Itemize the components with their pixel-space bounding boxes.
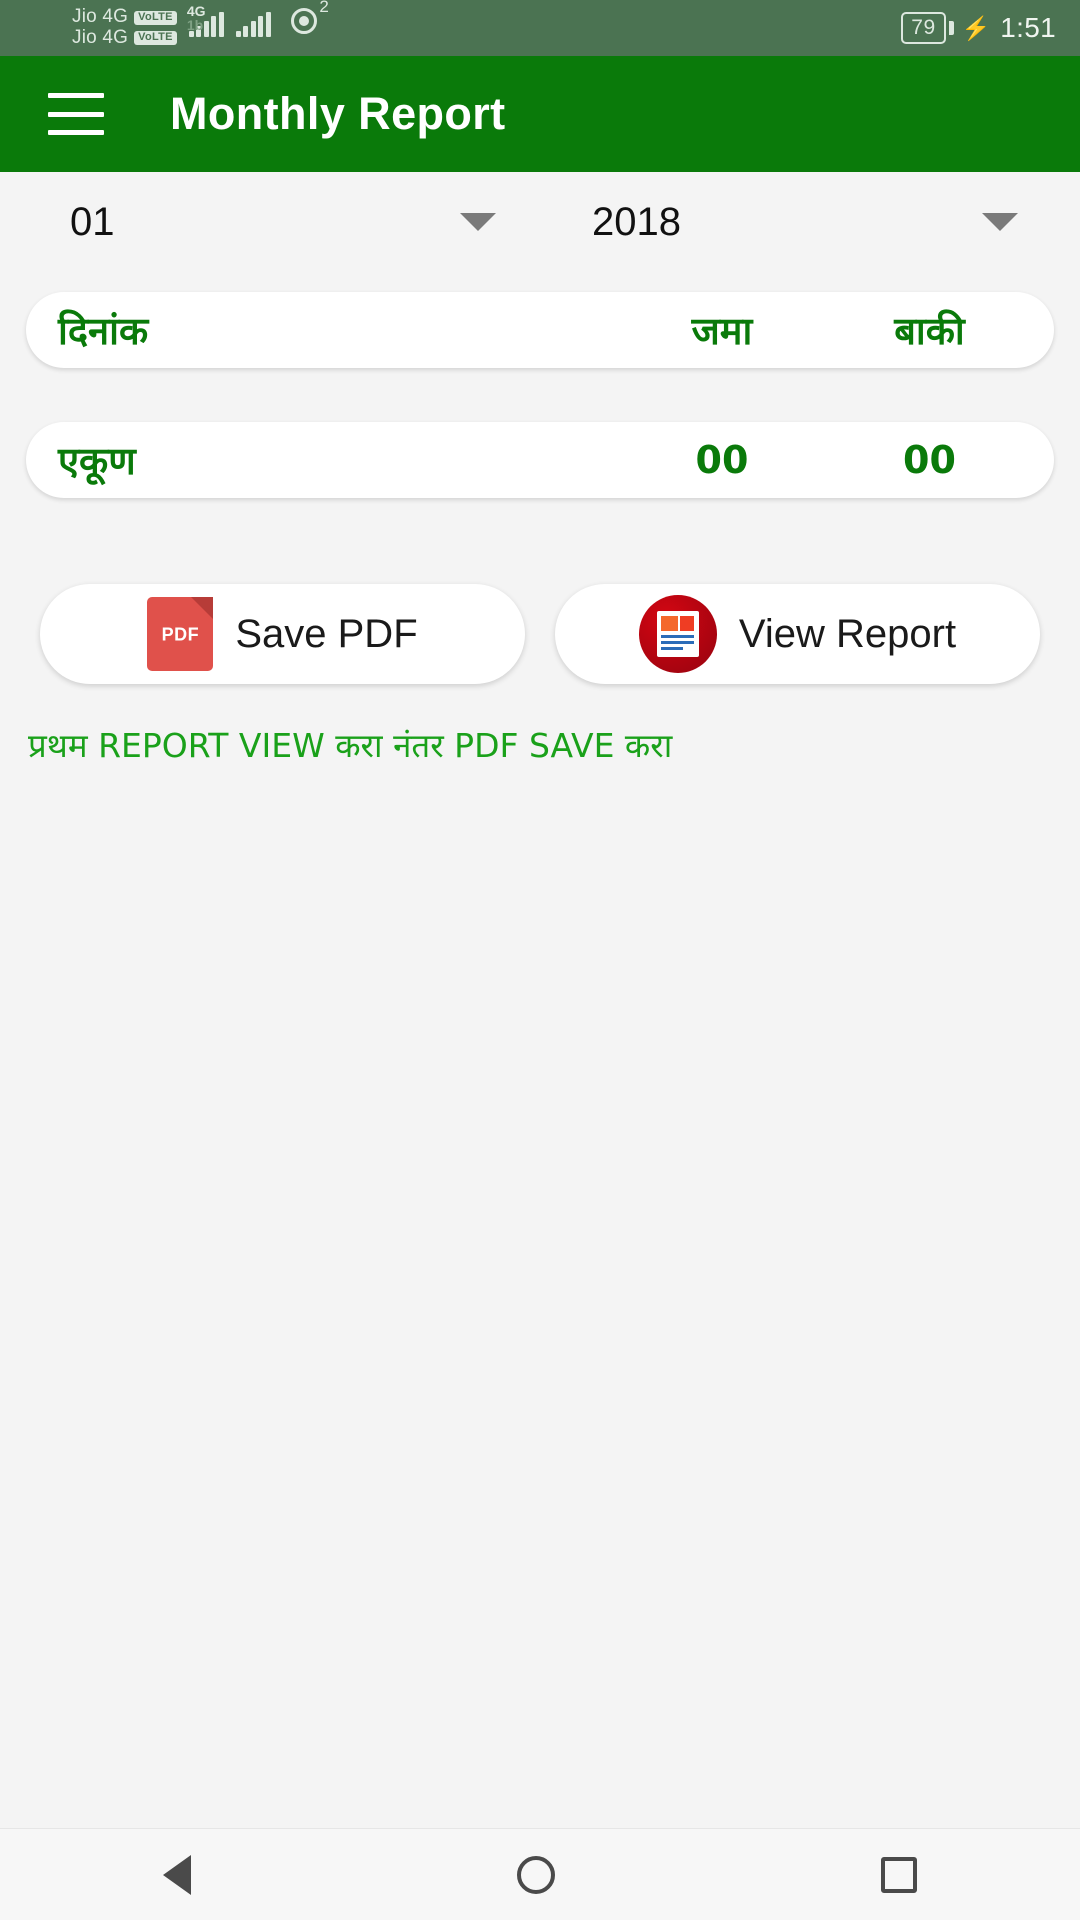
hotspot-icon: 2 (289, 0, 329, 35)
action-button-row: PDF Save PDF View Report (0, 584, 1080, 684)
year-dropdown[interactable]: 2018 (566, 172, 1036, 272)
month-dropdown[interactable]: 01 (44, 172, 514, 272)
status-bar-left: Jio 4G VoLTE Jio 4G VoLTE 4G 1b 2 (72, 0, 329, 48)
view-report-button-label: View Report (738, 611, 957, 656)
network-type-label-2: 1b (186, 17, 204, 34)
column-header-date: दिनांक (58, 309, 149, 353)
android-navigation-bar (0, 1828, 1080, 1920)
chevron-down-icon (982, 213, 1018, 231)
hamburger-menu-icon[interactable] (48, 93, 104, 135)
pdf-file-icon: PDF (147, 597, 214, 671)
hotspot-count-label: 2 (319, 0, 329, 17)
main-content: 01 2018 दिनांक जमा बाकी एकूण 00 00 PDF S… (0, 172, 1080, 767)
status-bar: Jio 4G VoLTE Jio 4G VoLTE 4G 1b 2 79 ⚡ 1… (0, 0, 1080, 56)
sim2-carrier-label: Jio 4G (72, 27, 129, 48)
status-bar-clock: 1:51 (1000, 12, 1056, 43)
view-report-button[interactable]: View Report (555, 584, 1040, 684)
page-title: Monthly Report (170, 88, 506, 139)
instruction-hint-text: प्रथम REPORT VIEW करा नंतर PDF SAVE करा (28, 726, 673, 765)
column-header-balance: बाकी (894, 309, 965, 353)
battery-cap-icon (948, 21, 954, 35)
month-dropdown-value: 01 (70, 199, 115, 244)
total-deposit-value: 00 (695, 438, 749, 482)
sim1-carrier-label: Jio 4G (72, 6, 129, 28)
column-header-deposit: जमा (691, 309, 753, 353)
chevron-down-icon (460, 213, 496, 231)
sim1-row: Jio 4G VoLTE (72, 7, 177, 28)
signal-icon-secondary (234, 7, 271, 38)
signal-icon-primary: 4G 1b (186, 3, 224, 38)
sim2-volte-badge: VoLTE (134, 31, 177, 46)
sim-indicators: Jio 4G VoLTE Jio 4G VoLTE (72, 7, 177, 48)
charging-bolt-icon: ⚡ (961, 14, 991, 41)
app-bar: Monthly Report (0, 56, 1080, 172)
home-circle-icon[interactable] (517, 1855, 555, 1894)
table-total-row: एकूण 00 00 (26, 422, 1054, 498)
table-header-row: दिनांक जमा बाकी (26, 292, 1054, 368)
sim2-row: Jio 4G VoLTE (72, 27, 177, 49)
pdf-icon-label: PDF (161, 624, 200, 645)
save-pdf-button[interactable]: PDF Save PDF (40, 584, 525, 684)
total-row-label: एकूण (58, 439, 136, 483)
year-dropdown-value: 2018 (592, 199, 681, 244)
signal-bars-2 (235, 12, 271, 38)
save-pdf-button-label: Save PDF (235, 611, 418, 656)
battery-level-badge: 79 (901, 12, 946, 44)
status-bar-right: 79 ⚡ 1:51 (901, 12, 1056, 44)
report-document-icon (638, 595, 717, 673)
sim1-volte-badge: VoLTE (134, 10, 177, 25)
period-selector-row: 01 2018 (0, 172, 1080, 272)
back-triangle-icon[interactable] (163, 1854, 191, 1895)
total-balance-value: 00 (903, 438, 956, 482)
recents-square-icon[interactable] (881, 1856, 917, 1893)
